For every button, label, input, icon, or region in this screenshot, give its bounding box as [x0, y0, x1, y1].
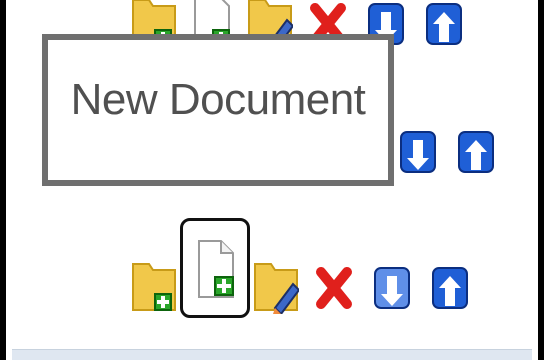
new-document-icon [198, 240, 234, 298]
rename-folder-icon [254, 263, 299, 314]
window-frame: New Document [0, 0, 544, 360]
move-up-icon [432, 267, 468, 309]
delete-button[interactable] [310, 250, 358, 318]
panel-bottom-edge [12, 349, 532, 360]
move-down-button-middle[interactable] [394, 114, 442, 182]
delete-icon [316, 267, 352, 309]
rename-folder-button[interactable] [252, 250, 300, 318]
move-up-button[interactable] [426, 250, 474, 318]
tooltip: New Document [42, 34, 394, 186]
move-up-button-top[interactable] [420, 0, 468, 54]
move-up-icon [458, 131, 494, 173]
tooltip-text: New Document [70, 75, 366, 124]
move-up-button-middle[interactable] [452, 114, 500, 182]
move-down-button[interactable] [368, 250, 416, 318]
toolbar-row-bottom [130, 218, 474, 318]
new-folder-icon [132, 263, 176, 311]
move-down-icon [400, 131, 436, 173]
new-folder-button[interactable] [130, 250, 178, 318]
move-up-icon [426, 3, 462, 45]
new-document-button[interactable] [180, 218, 250, 318]
move-down-icon [374, 267, 410, 309]
